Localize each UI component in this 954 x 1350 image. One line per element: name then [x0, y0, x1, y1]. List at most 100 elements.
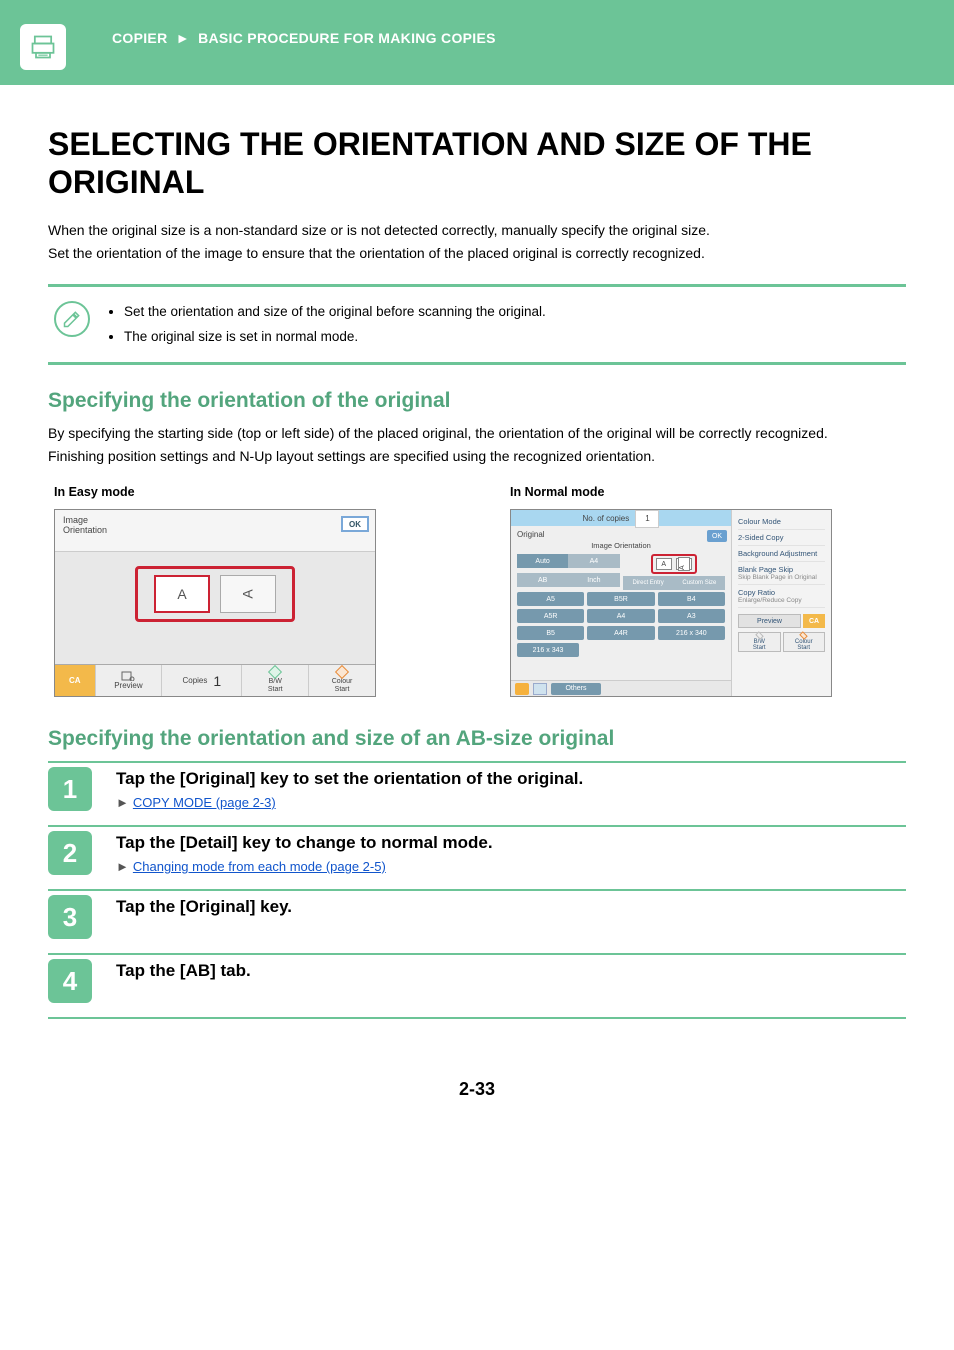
- image-orientation-label: Image Orientation: [63, 516, 367, 536]
- step-1: 1 Tap the [Original] key to set the orie…: [48, 763, 906, 827]
- tab-direct-entry[interactable]: Direct Entry: [623, 576, 674, 590]
- tab-ab[interactable]: AB: [517, 573, 568, 587]
- breadcrumb-part-1[interactable]: COPIER: [112, 30, 167, 46]
- copies-value[interactable]: 1: [635, 510, 659, 528]
- breadcrumb-part-2[interactable]: BASIC PROCEDURE FOR MAKING COPIES: [198, 30, 496, 46]
- image-orientation-label: Image Orientation: [517, 541, 725, 550]
- size-grid: A5 B5R B4 A5R A4 A3 B5 A4R: [517, 592, 725, 657]
- copies-bar: No. of copies 1: [511, 510, 731, 526]
- size-b4[interactable]: B4: [658, 592, 725, 606]
- step-number: 4: [48, 959, 92, 1003]
- original-label: Original: [517, 530, 725, 539]
- preview-label: Preview: [114, 681, 142, 690]
- intro-p1: When the original size is a non-standard…: [48, 220, 906, 241]
- page-title: SELECTING THE ORIENTATION AND SIZE OF TH…: [48, 125, 906, 202]
- section-heading-ab-size: Specifying the orientation and size of a…: [48, 727, 906, 751]
- size-a4r[interactable]: A4R: [587, 626, 654, 640]
- step-number: 3: [48, 895, 92, 939]
- preview-button[interactable]: Preview: [96, 665, 163, 696]
- blank-skip-label: Blank Page Skip: [738, 565, 825, 574]
- size-a3[interactable]: A3: [658, 609, 725, 623]
- dropdown-icon[interactable]: [533, 683, 547, 695]
- page-number: 2-33: [48, 1079, 906, 1100]
- size-216x340[interactable]: 216 x 340: [658, 626, 725, 640]
- normal-mode-label: In Normal mode: [510, 485, 906, 499]
- note-item-2: The original size is set in normal mode.: [124, 324, 546, 350]
- tab-custom-size[interactable]: Custom Size: [674, 576, 725, 590]
- preview-button[interactable]: Preview: [738, 614, 801, 628]
- page-header: COPIER ► BASIC PROCEDURE FOR MAKING COPI…: [0, 0, 954, 85]
- colour-start-button[interactable]: Colour Start: [783, 632, 826, 652]
- triangle-icon: ►: [116, 859, 129, 874]
- pencil-icon: [54, 301, 90, 337]
- others-button[interactable]: Others: [551, 683, 601, 695]
- copy-ratio-label: Copy Ratio: [738, 588, 825, 597]
- copy-ratio-sub: Enlarge/Reduce Copy: [738, 597, 825, 604]
- orientation-landscape-button[interactable]: A: [220, 575, 276, 613]
- copies-label: No. of copies: [583, 514, 630, 523]
- size-b5[interactable]: B5: [517, 626, 584, 640]
- start-label: Start: [335, 686, 350, 694]
- size-b5r[interactable]: B5R: [587, 592, 654, 606]
- ok-button[interactable]: OK: [707, 530, 727, 542]
- start-label: Start: [797, 645, 810, 651]
- ca-button[interactable]: CA: [803, 614, 825, 628]
- two-sided-copy-item[interactable]: 2-Sided Copy: [738, 530, 825, 546]
- diamond-icon: [268, 665, 282, 679]
- diamond-icon: [335, 665, 349, 679]
- copies-field[interactable]: Copies 1: [162, 665, 242, 696]
- size-a5[interactable]: A5: [517, 592, 584, 606]
- preview-icon: [121, 671, 135, 681]
- orientation-portrait-button[interactable]: A: [154, 575, 210, 613]
- size-a5r[interactable]: A5R: [517, 609, 584, 623]
- tab-inch[interactable]: Inch: [568, 573, 619, 587]
- section-heading-orientation: Specifying the orientation of the origin…: [48, 389, 906, 413]
- tab-a4[interactable]: A4: [568, 554, 619, 568]
- copier-module-icon: [20, 24, 66, 70]
- orientation-landscape-button[interactable]: A: [676, 558, 692, 570]
- background-adjustment-item[interactable]: Background Adjustment: [738, 546, 825, 562]
- tab-auto[interactable]: Auto: [517, 554, 568, 568]
- size-a4[interactable]: A4: [587, 609, 654, 623]
- colour-mode-item[interactable]: Colour Mode: [738, 514, 825, 530]
- step-title: Tap the [AB] tab.: [116, 961, 906, 981]
- blank-skip-sub: Skip Blank Page in Original: [738, 574, 825, 581]
- section-body: By specifying the starting side (top or …: [48, 423, 906, 467]
- step-number: 1: [48, 767, 92, 811]
- blank-page-skip-item[interactable]: Blank Page Skip Skip Blank Page in Origi…: [738, 562, 825, 585]
- ok-button[interactable]: OK: [341, 516, 369, 532]
- copy-ratio-item[interactable]: Copy Ratio Enlarge/Reduce Copy: [738, 585, 825, 608]
- changing-mode-link[interactable]: Changing mode from each mode (page 2-5): [133, 859, 386, 874]
- normal-mode-panel: No. of copies 1 Original OK Image Orient…: [510, 509, 832, 697]
- ca-button[interactable]: CA: [55, 665, 96, 696]
- colour-label: Colour: [332, 678, 353, 686]
- easy-mode-label: In Easy mode: [54, 485, 450, 499]
- favorite-icon[interactable]: [515, 683, 529, 695]
- normal-footer: Others: [511, 680, 731, 696]
- bw-start-button[interactable]: B/W Start: [738, 632, 781, 652]
- orientation-portrait-button[interactable]: A: [656, 558, 672, 570]
- step-number: 2: [48, 831, 92, 875]
- copies-label: Copies: [182, 676, 207, 685]
- sect1-p2: Finishing position settings and N-Up lay…: [48, 446, 906, 467]
- start-label: Start: [753, 645, 766, 651]
- size-216x343[interactable]: 216 x 343: [517, 643, 579, 657]
- action-panel: Colour Mode 2-Sided Copy Background Adju…: [731, 510, 831, 696]
- step-title: Tap the [Original] key to set the orient…: [116, 769, 906, 789]
- step-3: 3 Tap the [Original] key.: [48, 891, 906, 955]
- step-4: 4 Tap the [AB] tab.: [48, 955, 906, 1019]
- bw-label: B/W: [269, 678, 282, 686]
- copier-icon: [29, 33, 57, 61]
- step-title: Tap the [Detail] key to change to normal…: [116, 833, 906, 853]
- colour-start-button[interactable]: Colour Start: [309, 665, 375, 696]
- triangle-icon: ►: [116, 795, 129, 810]
- step-title: Tap the [Original] key.: [116, 897, 906, 917]
- intro-p2: Set the orientation of the image to ensu…: [48, 243, 906, 264]
- intro-text: When the original size is a non-standard…: [48, 220, 906, 264]
- copy-mode-link[interactable]: COPY MODE (page 2-3): [133, 795, 276, 810]
- copies-value: 1: [213, 673, 221, 689]
- step-2: 2 Tap the [Detail] key to change to norm…: [48, 827, 906, 891]
- breadcrumb-separator: ►: [176, 30, 190, 46]
- bw-start-button[interactable]: B/W Start: [242, 665, 309, 696]
- orientation-selection: A A: [135, 566, 295, 622]
